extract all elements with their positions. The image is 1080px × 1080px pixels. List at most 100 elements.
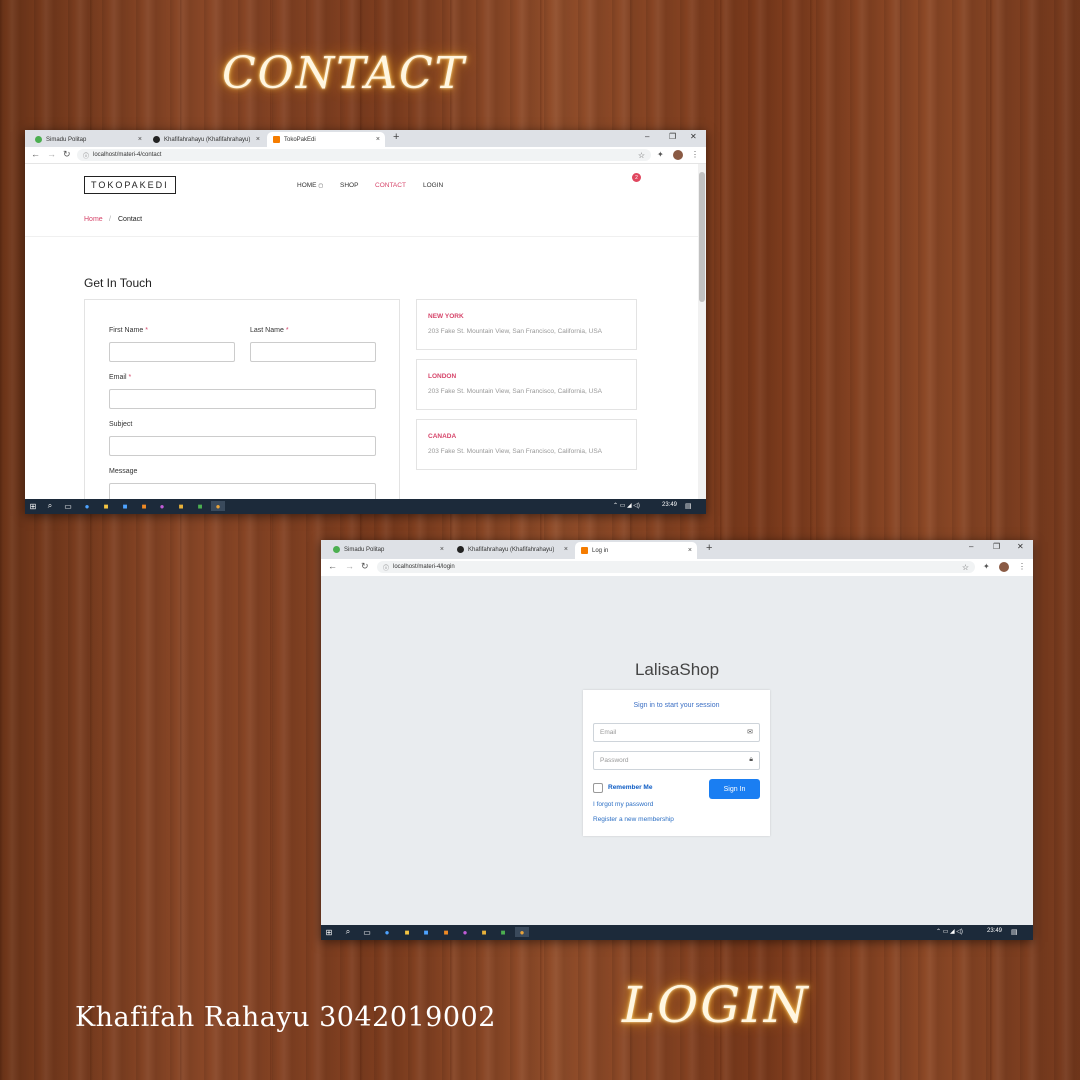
extensions-icon[interactable]: ✦ (983, 562, 990, 571)
app-icon[interactable]: ● (157, 501, 167, 511)
breadcrumb-home[interactable]: Home (84, 216, 103, 223)
nav-home[interactable]: HOME ▢ (297, 182, 323, 189)
last-name-field[interactable] (250, 342, 376, 362)
file-explorer-icon[interactable]: ■ (101, 501, 111, 511)
profile-avatar[interactable] (673, 150, 683, 160)
tab-github[interactable]: Khafifahrahayu (Khafifahrahayu) × (451, 542, 573, 557)
email-field[interactable] (109, 389, 376, 409)
remember-me-checkbox[interactable] (593, 783, 603, 793)
notification-icon[interactable]: ▤ (685, 502, 692, 510)
new-tab-button[interactable]: + (706, 542, 712, 554)
reload-icon[interactable]: ↻ (63, 149, 71, 160)
minimize-icon[interactable]: – (969, 542, 973, 551)
page-scrollbar[interactable] (698, 164, 706, 499)
close-window-icon[interactable]: ✕ (690, 132, 697, 141)
site-logo[interactable]: TOKOPAKEDI (84, 176, 176, 194)
app-icon[interactable]: ■ (176, 501, 186, 511)
edge-icon[interactable]: ● (382, 927, 392, 937)
search-icon[interactable]: ⌕ (45, 501, 55, 511)
forgot-password-link[interactable]: I forgot my password (593, 801, 653, 808)
close-window-icon[interactable]: ✕ (1017, 542, 1024, 551)
contact-browser-window: Simadu Politap × Khafifahrahayu (Khafifa… (25, 130, 706, 514)
tab-simadu[interactable]: Simadu Politap × (29, 132, 147, 147)
close-tab-icon[interactable]: × (688, 547, 692, 554)
edge-icon[interactable]: ● (82, 501, 92, 511)
minimize-icon[interactable]: – (645, 132, 649, 141)
clock[interactable]: 23:49 (662, 502, 677, 508)
tab-tokopakedi[interactable]: TokoPakEdi × (267, 132, 385, 147)
forward-icon[interactable]: → (345, 561, 354, 571)
location-city: LONDON (428, 373, 457, 380)
windows-taskbar: ⊞ ⌕ ▭ ● ■ ■ ■ ● ■ ■ ● ⌃ ▭ ◢ ◁) 23:49 ▤ (321, 925, 1033, 940)
location-address: 203 Fake St. Mountain View, San Francisc… (428, 388, 603, 395)
app-icon[interactable]: ■ (479, 927, 489, 937)
mail-icon[interactable]: ■ (120, 501, 130, 511)
first-name-field[interactable] (109, 342, 235, 362)
windows-taskbar: ⊞ ⌕ ▭ ● ■ ■ ■ ● ■ ■ ● ⌃ ▭ ◢ ◁) 23:49 ▤ (25, 499, 706, 514)
task-view-icon[interactable]: ▭ (63, 501, 73, 511)
remember-me-label[interactable]: Remember Me (608, 784, 652, 791)
contact-page: TOKOPAKEDI HOME ▢ SHOP CONTACT LOGIN 2 H… (25, 164, 698, 499)
contact-form: First Name * Last Name * Email * Subject… (84, 299, 400, 499)
clock[interactable]: 23:49 (987, 928, 1002, 934)
new-tab-button[interactable]: + (393, 131, 399, 143)
chrome-icon[interactable]: ● (515, 927, 529, 937)
chevron-down-icon: ▢ (318, 183, 324, 189)
register-link[interactable]: Register a new membership (593, 816, 674, 823)
app-icon[interactable]: ■ (195, 501, 205, 511)
search-icon[interactable]: ⌕ (343, 927, 353, 937)
location-address: 203 Fake St. Mountain View, San Francisc… (428, 328, 603, 335)
app-icon[interactable]: ■ (139, 501, 149, 511)
back-icon[interactable]: ← (31, 149, 40, 159)
nav-contact[interactable]: CONTACT (375, 182, 406, 189)
close-tab-icon[interactable]: × (440, 546, 444, 553)
star-icon[interactable]: ☆ (962, 563, 969, 572)
tray-icons[interactable]: ⌃ ▭ ◢ ◁) (613, 502, 640, 509)
close-tab-icon[interactable]: × (138, 136, 142, 143)
sign-in-button[interactable]: Sign In (709, 779, 760, 799)
restore-icon[interactable]: ❐ (669, 132, 676, 141)
url-field[interactable]: ⓘ localhost/materi-4/login ☆ (377, 561, 975, 573)
nav-login[interactable]: LOGIN (423, 182, 443, 189)
message-field[interactable] (109, 483, 376, 499)
back-icon[interactable]: ← (328, 561, 337, 571)
notification-icon[interactable]: ▤ (1011, 928, 1018, 936)
extensions-icon[interactable]: ✦ (657, 150, 664, 159)
password-placeholder: Password (600, 757, 629, 764)
password-input[interactable]: Password 🔒︎ (593, 751, 760, 770)
app-icon[interactable]: ■ (498, 927, 508, 937)
forward-icon[interactable]: → (47, 149, 56, 159)
file-explorer-icon[interactable]: ■ (402, 927, 412, 937)
restore-icon[interactable]: ❐ (993, 542, 1000, 551)
star-icon[interactable]: ☆ (638, 151, 645, 160)
reload-icon[interactable]: ↻ (361, 561, 369, 572)
mail-icon[interactable]: ■ (421, 927, 431, 937)
scrollbar-thumb[interactable] (699, 172, 705, 302)
email-input[interactable]: Email ✉ (593, 723, 760, 742)
cart-count-badge[interactable]: 2 (632, 173, 641, 182)
close-tab-icon[interactable]: × (256, 136, 260, 143)
windows-start-icon[interactable]: ⊞ (324, 927, 334, 937)
chrome-icon[interactable]: ● (211, 501, 225, 511)
tab-github[interactable]: Khafifahrahayu (Khafifahrahayu) × (147, 132, 265, 147)
tray-icons[interactable]: ⌃ ▭ ◢ ◁) (936, 928, 963, 935)
close-tab-icon[interactable]: × (564, 546, 568, 553)
message-label: Message (109, 468, 138, 475)
required-mark: * (285, 327, 289, 334)
nav-shop[interactable]: SHOP (340, 182, 358, 189)
url-field[interactable]: ⓘ localhost/materi-4/contact ☆ (77, 149, 651, 161)
task-view-icon[interactable]: ▭ (362, 927, 372, 937)
app-icon[interactable]: ● (460, 927, 470, 937)
app-icon[interactable]: ■ (441, 927, 451, 937)
brand-title[interactable]: LalisaShop (321, 660, 1033, 680)
menu-dots-icon[interactable]: ⋮ (691, 150, 699, 159)
menu-dots-icon[interactable]: ⋮ (1018, 562, 1026, 571)
close-tab-icon[interactable]: × (376, 136, 380, 143)
tab-bar: Simadu Politap × Khafifahrahayu (Khafifa… (25, 130, 706, 147)
profile-avatar[interactable] (999, 562, 1009, 572)
lock-icon: 🔒︎ (749, 756, 753, 763)
subject-field[interactable] (109, 436, 376, 456)
tab-login[interactable]: Log in × (575, 542, 697, 559)
windows-start-icon[interactable]: ⊞ (28, 501, 38, 511)
tab-simadu[interactable]: Simadu Politap × (327, 542, 449, 557)
